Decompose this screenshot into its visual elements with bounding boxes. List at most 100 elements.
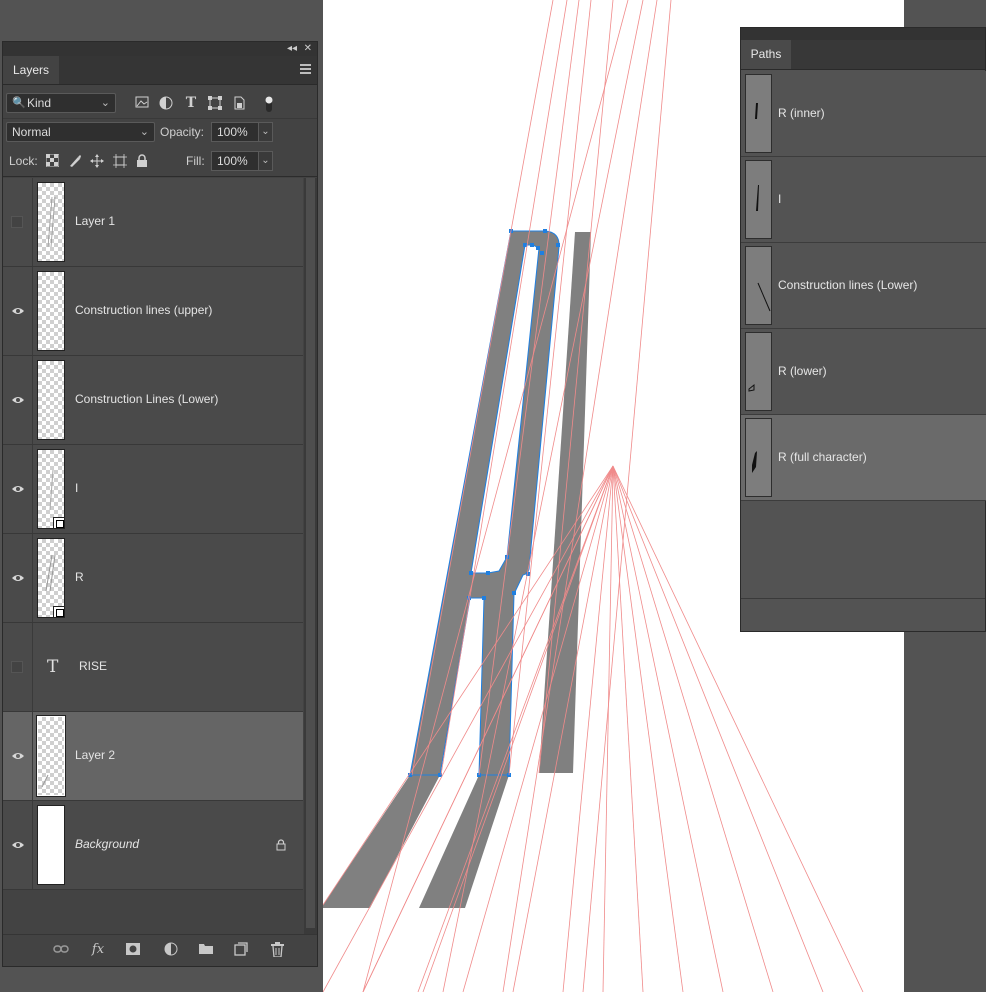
layer-row[interactable]: T RISE [3, 623, 303, 712]
path-name[interactable]: R (lower) [778, 364, 827, 378]
lock-all-icon[interactable] [135, 154, 149, 168]
eye-icon[interactable] [11, 394, 25, 406]
visibility-column[interactable] [3, 623, 33, 711]
visibility-column[interactable] [3, 267, 33, 355]
vector-mask-icon [53, 517, 65, 529]
layers-panel: ◂◂ ✕ Layers 🔍 Kind ⌄ T Normal ⌄ Opacity:… [2, 41, 318, 967]
lock-icon [276, 839, 286, 851]
opacity-input[interactable]: 100% [211, 122, 259, 142]
new-layer-icon[interactable] [233, 942, 249, 958]
path-row[interactable]: R (lower) [741, 329, 986, 415]
eye-icon[interactable] [11, 305, 25, 317]
lock-artboard-icon[interactable] [113, 154, 127, 168]
visibility-toggle-off[interactable] [11, 216, 23, 228]
layer-thumbnail [37, 360, 65, 440]
trash-icon[interactable] [269, 942, 285, 958]
construction-line [362, 0, 629, 992]
layer-row[interactable]: Layer 1 [3, 178, 303, 267]
tab-layers[interactable]: Layers [3, 56, 59, 84]
construction-line [612, 465, 684, 992]
folder-icon[interactable] [198, 942, 214, 958]
lock-row: Lock: Fill: 100% ⌄ [3, 146, 317, 177]
visibility-column[interactable] [3, 801, 33, 889]
path-thumbnail [745, 74, 772, 153]
fill-input[interactable]: 100% [211, 151, 259, 171]
chevron-down-icon: ⌄ [139, 126, 149, 138]
path-row[interactable]: I [741, 157, 986, 243]
lock-image-pixels-icon[interactable] [68, 154, 82, 168]
smart-object-filter-icon[interactable] [232, 96, 246, 110]
layer-row[interactable]: I [3, 445, 303, 534]
paths-title-bar[interactable] [741, 28, 985, 40]
opacity-label: Opacity: [160, 125, 205, 139]
r-letter-shape [410, 231, 560, 775]
fill-label: Fill: [186, 154, 205, 168]
path-name[interactable]: Construction lines (Lower) [778, 278, 917, 292]
eye-icon[interactable] [11, 572, 25, 584]
filter-kind-select[interactable]: 🔍 Kind ⌄ [6, 93, 116, 113]
blend-mode-value: Normal [12, 125, 51, 139]
tab-paths[interactable]: Paths [741, 40, 791, 69]
eye-icon[interactable] [11, 750, 25, 762]
visibility-column[interactable] [3, 445, 33, 533]
paths-bottom-toolbar [741, 598, 985, 627]
blend-mode-select[interactable]: Normal ⌄ [6, 122, 155, 142]
vector-mask-icon [53, 606, 65, 618]
path-name[interactable]: R (full character) [778, 450, 867, 464]
filter-toggle-icon[interactable] [262, 96, 276, 112]
eye-icon[interactable] [11, 839, 25, 851]
panel-title-bar[interactable]: ◂◂ ✕ [3, 42, 317, 56]
r-lower-left-leg [323, 775, 440, 908]
layer-row[interactable]: Construction lines (upper) [3, 267, 303, 356]
layer-row-selected[interactable]: Layer 2 [3, 712, 303, 801]
path-row[interactable]: Construction lines (Lower) [741, 243, 986, 329]
collapse-panel-icon[interactable]: ◂◂ [287, 42, 297, 56]
image-filter-icon[interactable] [135, 96, 149, 110]
shape-filter-icon[interactable] [208, 96, 222, 110]
layer-filter-row: 🔍 Kind ⌄ T [3, 88, 317, 119]
construction-line [602, 465, 614, 992]
path-row[interactable]: R (inner) [741, 71, 986, 157]
lock-position-icon[interactable] [90, 154, 104, 168]
path-row-selected[interactable]: R (full character) [741, 415, 986, 501]
panel-menu-icon[interactable] [300, 64, 311, 74]
layer-row[interactable]: Construction Lines (Lower) [3, 356, 303, 445]
fill-dropdown-icon[interactable]: ⌄ [259, 151, 273, 171]
layer-row[interactable]: R [3, 534, 303, 623]
layer-name[interactable]: Construction Lines (Lower) [75, 392, 218, 406]
layers-tab-bar: Layers [3, 56, 317, 85]
close-panel-icon[interactable]: ✕ [304, 42, 312, 56]
layer-thumbnail [37, 805, 65, 885]
mask-icon[interactable] [125, 942, 141, 958]
link-icon[interactable] [53, 942, 69, 958]
fx-icon[interactable]: fx [90, 942, 106, 958]
path-name[interactable]: R (inner) [778, 106, 825, 120]
layer-thumbnail [37, 271, 65, 351]
visibility-column[interactable] [3, 712, 33, 800]
scrollbar-thumb[interactable] [306, 178, 315, 928]
lock-transparent-pixels-icon[interactable] [45, 153, 59, 168]
eye-icon[interactable] [11, 483, 25, 495]
visibility-column[interactable] [3, 356, 33, 444]
adjustment-filter-icon[interactable] [159, 96, 173, 110]
layer-name[interactable]: Layer 1 [75, 214, 115, 228]
layer-name[interactable]: Construction lines (upper) [75, 303, 212, 317]
adjustment-icon[interactable] [163, 942, 179, 958]
visibility-column[interactable] [3, 534, 33, 622]
layer-name[interactable]: I [75, 481, 78, 495]
layer-thumbnail [36, 715, 66, 797]
layers-scrollbar[interactable] [304, 178, 317, 934]
type-filter-icon[interactable]: T [184, 96, 198, 110]
visibility-column[interactable] [3, 178, 33, 266]
layer-name[interactable]: R [75, 570, 84, 584]
path-thumbnail [745, 418, 772, 497]
path-thumbnail [745, 332, 772, 411]
visibility-toggle-off[interactable] [11, 661, 23, 673]
layer-name[interactable]: Layer 2 [75, 748, 115, 762]
path-name[interactable]: I [778, 192, 781, 206]
layer-name[interactable]: Background [75, 837, 139, 851]
opacity-dropdown-icon[interactable]: ⌄ [259, 122, 273, 142]
construction-line [612, 465, 644, 992]
layer-name[interactable]: RISE [79, 659, 107, 673]
layer-row[interactable]: Background [3, 801, 303, 890]
